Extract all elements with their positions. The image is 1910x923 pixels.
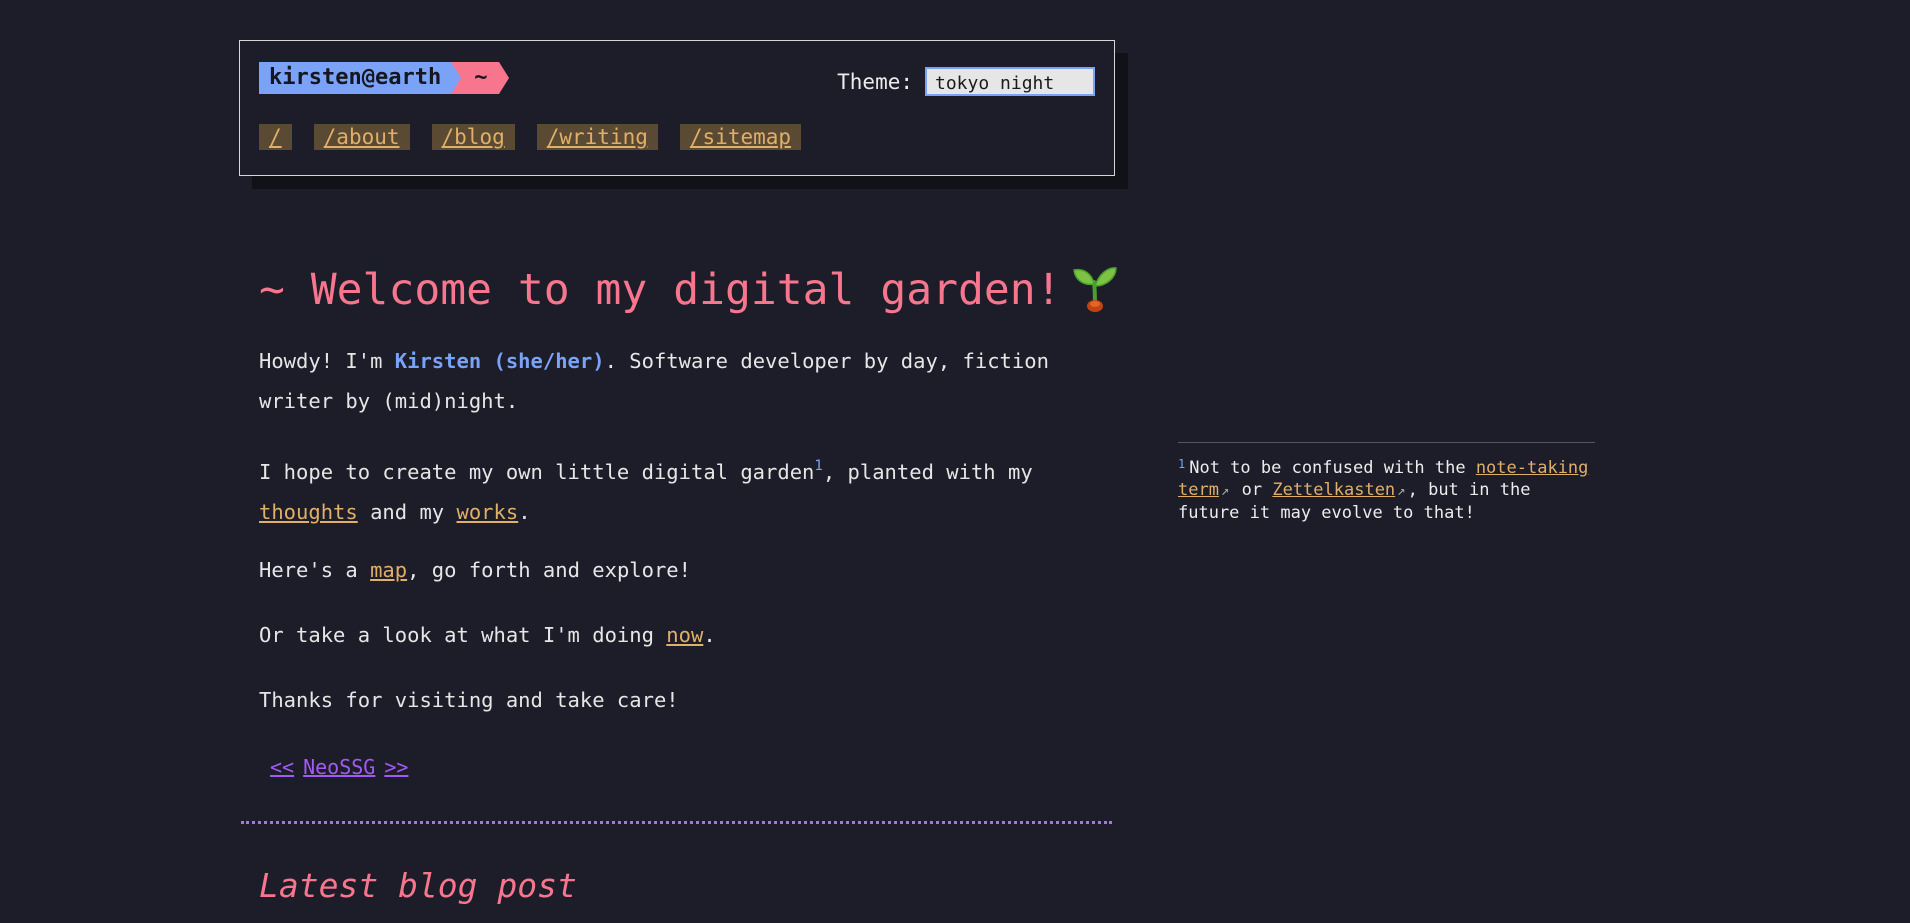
author-name: Kirsten (she/her)	[394, 349, 605, 373]
webring-nav: << NeoSSG >>	[270, 755, 408, 779]
garden-text-before: I hope to create my own little digital g…	[259, 460, 815, 484]
prompt-user: kirsten@earth	[259, 62, 462, 94]
works-link[interactable]: works	[457, 500, 519, 524]
theme-label: Theme:	[837, 69, 913, 94]
theme-select[interactable]: tokyo night	[925, 67, 1095, 96]
sprout-icon	[1072, 267, 1117, 312]
garden-text-end: .	[518, 500, 531, 524]
page: kirsten@earth ~ Theme: tokyo night / /ab…	[0, 0, 1910, 923]
external-link-icon: ↗	[1397, 483, 1406, 499]
now-text-after: .	[703, 623, 716, 647]
now-link[interactable]: now	[666, 623, 703, 647]
thoughts-link[interactable]: thoughts	[259, 500, 358, 524]
latest-blog-heading: Latest blog post	[259, 866, 577, 905]
intro-text-before: Howdy! I'm	[259, 349, 395, 373]
theme-picker: Theme: tokyo night	[837, 67, 1095, 96]
webring-prev-link[interactable]: <<	[270, 755, 294, 779]
footnote-text-before: Not to be confused with the	[1189, 458, 1476, 478]
footnote-reference[interactable]: 1	[814, 458, 822, 474]
webring-name-link[interactable]: NeoSSG	[303, 755, 375, 779]
map-text-after: , go forth and explore!	[407, 558, 691, 582]
page-title: ~ Welcome to my digital garden!	[259, 262, 1118, 318]
webring-next-link[interactable]: >>	[384, 755, 408, 779]
map-paragraph: Here's a map, go forth and explore!	[259, 550, 1119, 590]
garden-text-middle: , planted with my	[822, 460, 1033, 484]
garden-text-between: and my	[357, 500, 457, 524]
footnote-divider	[1178, 442, 1595, 443]
map-link[interactable]: map	[370, 558, 407, 582]
section-divider	[241, 821, 1112, 824]
nav-link-blog[interactable]: /blog	[431, 124, 515, 150]
footnote-number: 1	[1178, 457, 1186, 471]
now-text-before: Or take a look at what I'm doing	[259, 623, 667, 647]
thanks-paragraph: Thanks for visiting and take care!	[259, 688, 679, 712]
page-title-text: ~ Welcome to my digital garden!	[259, 265, 1062, 315]
external-link-icon: ↗	[1220, 483, 1230, 499]
nav-link-sitemap[interactable]: /sitemap	[679, 124, 802, 150]
now-paragraph: Or take a look at what I'm doing now.	[259, 615, 1119, 655]
nav-link-writing[interactable]: /writing	[536, 124, 658, 150]
nav-link-home[interactable]: /	[259, 124, 292, 150]
site-header: kirsten@earth ~ Theme: tokyo night / /ab…	[239, 40, 1115, 176]
garden-paragraph: I hope to create my own little digital g…	[259, 446, 1119, 532]
intro-paragraph: Howdy! I'm Kirsten (she/her). Software d…	[259, 341, 1119, 421]
main-nav: / /about /blog /writing /sitemap	[259, 124, 802, 150]
map-text-before: Here's a	[259, 558, 371, 582]
zettelkasten-link[interactable]: Zettelkasten	[1272, 480, 1395, 500]
footnote-text-between: or	[1231, 480, 1273, 500]
nav-link-about[interactable]: /about	[313, 124, 410, 150]
terminal-prompt: kirsten@earth ~	[259, 62, 510, 94]
footnote: 1 Not to be confused with the note-taking…	[1178, 453, 1598, 524]
